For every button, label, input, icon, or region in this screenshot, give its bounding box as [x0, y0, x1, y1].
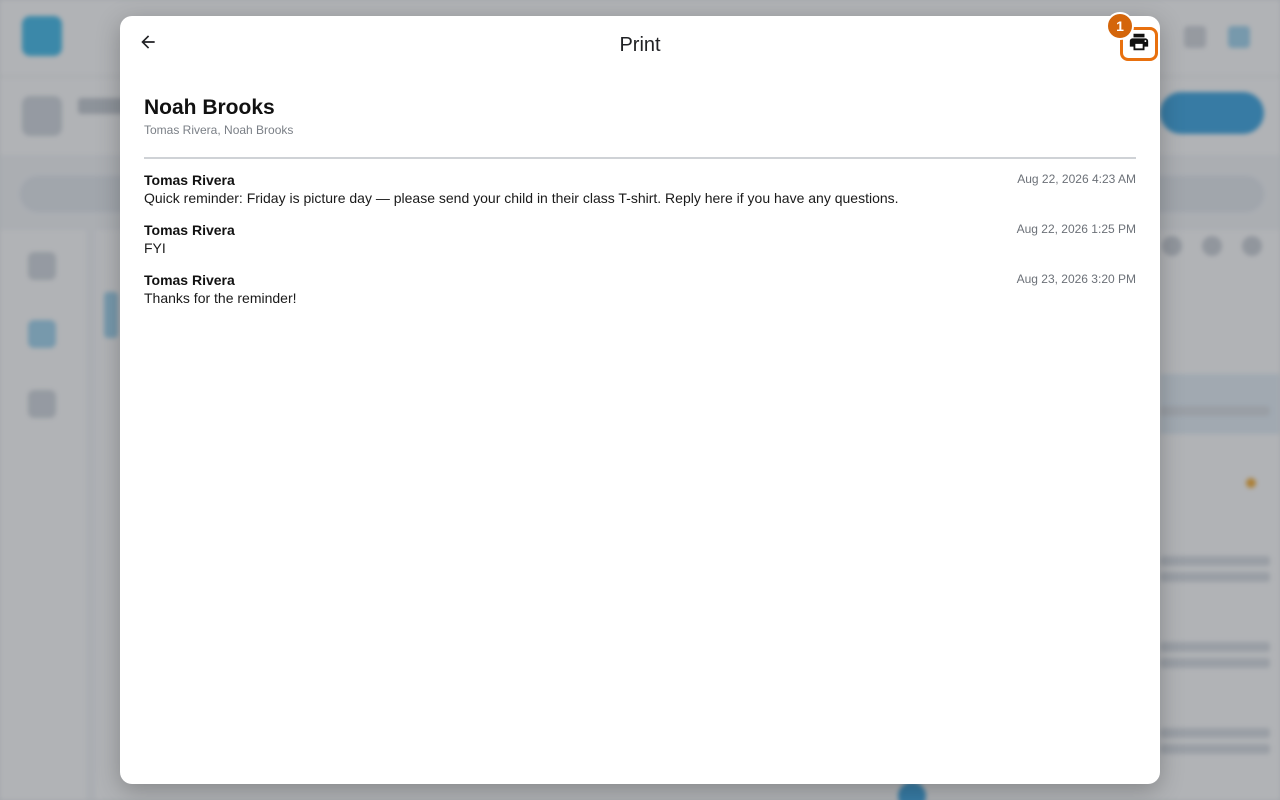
message-item: Tomas Rivera Aug 23, 2026 3:20 PM Thanks…	[144, 272, 1136, 322]
message-text: Thanks for the reminder!	[144, 290, 297, 306]
message-list: Tomas Rivera Aug 22, 2026 4:23 AM Quick …	[144, 172, 1136, 322]
dialog-header: Print 1	[120, 12, 1160, 74]
message-text: FYI	[144, 240, 166, 256]
step-badge: 1	[1106, 12, 1134, 40]
message-item: Tomas Rivera Aug 22, 2026 4:23 AM Quick …	[144, 172, 1136, 222]
message-sender: Tomas Rivera	[144, 172, 235, 188]
divider	[144, 157, 1136, 159]
print-dialog: Print 1 Noah Brooks Tomas Rivera, Noah B…	[120, 12, 1160, 784]
message-timestamp: Aug 22, 2026 1:25 PM	[1016, 222, 1136, 236]
message-timestamp: Aug 22, 2026 4:23 AM	[1017, 172, 1136, 186]
message-sender: Tomas Rivera	[144, 272, 235, 288]
message-text: Quick reminder: Friday is picture day — …	[144, 190, 899, 206]
message-timestamp: Aug 23, 2026 3:20 PM	[1016, 272, 1136, 286]
back-button[interactable]	[134, 30, 162, 58]
message-sender: Tomas Rivera	[144, 222, 235, 238]
arrow-left-icon	[138, 32, 158, 57]
conversation-participants: Tomas Rivera, Noah Brooks	[144, 123, 294, 137]
message-item: Tomas Rivera Aug 22, 2026 1:25 PM FYI	[144, 222, 1136, 272]
dialog-title: Print	[619, 34, 661, 56]
conversation-title: Noah Brooks	[144, 96, 275, 119]
printer-icon	[1128, 31, 1150, 58]
